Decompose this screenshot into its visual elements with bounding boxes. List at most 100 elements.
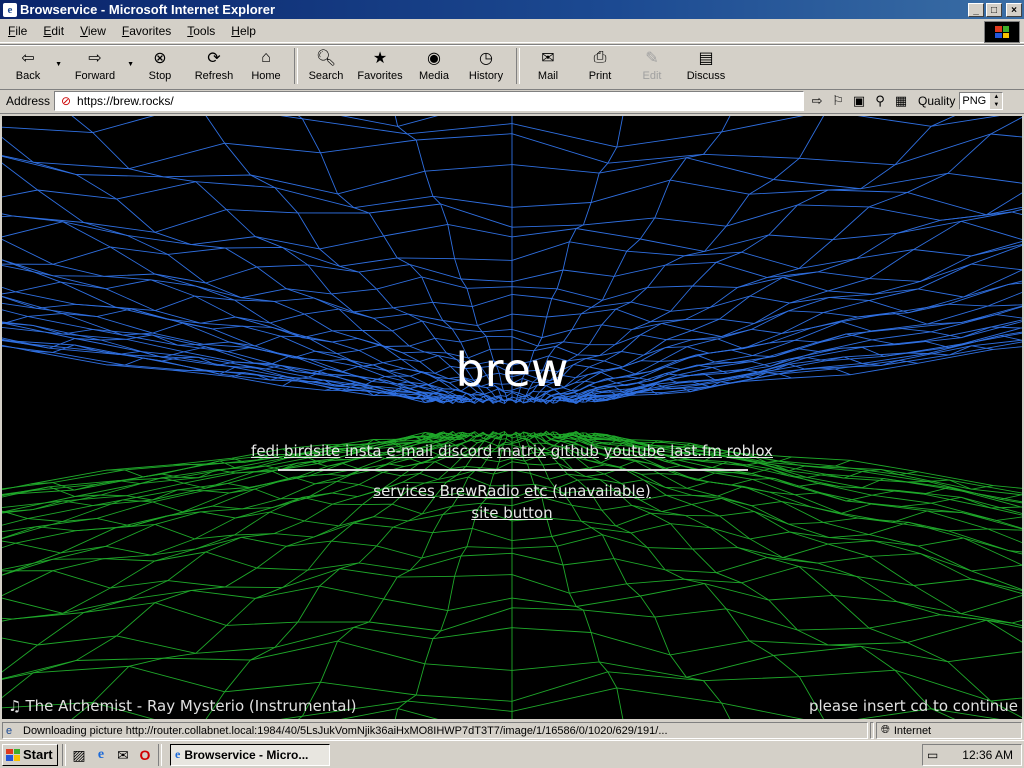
show-desktop-icon[interactable]: ▨ bbox=[70, 746, 88, 764]
mail-button[interactable]: ✉ Mail bbox=[526, 45, 570, 87]
link-discord[interactable]: discord bbox=[438, 442, 492, 460]
link-lastfm[interactable]: last.fm bbox=[670, 442, 722, 460]
link-services[interactable]: services bbox=[373, 482, 435, 500]
taskbar: Start ▨ e ✉ O e Browservice - Micro... ▭… bbox=[0, 740, 1024, 768]
menu-favorites[interactable]: Favorites bbox=[114, 24, 179, 38]
menu-file[interactable]: File bbox=[0, 24, 35, 38]
windows-logo-throbber bbox=[984, 21, 1020, 43]
address-url: https://brew.rocks/ bbox=[77, 94, 174, 108]
bookmark-icon[interactable]: ⚐ bbox=[829, 92, 847, 110]
network-tray-icon[interactable]: ▭ bbox=[927, 748, 938, 762]
now-playing[interactable]: ♫ The Alchemist - Ray Mysterio (Instrume… bbox=[8, 697, 357, 715]
page-icon: ⊘ bbox=[61, 94, 72, 108]
link-github[interactable]: github bbox=[551, 442, 599, 460]
toolbar-separator bbox=[294, 48, 298, 84]
back-dropdown-icon[interactable]: ▼ bbox=[55, 61, 62, 68]
windows-flag-icon bbox=[6, 748, 20, 761]
browser-window: e Browservice - Microsoft Internet Explo… bbox=[0, 0, 1024, 740]
quality-spinner-icon[interactable]: ▲ ▼ bbox=[990, 93, 1003, 109]
menu-help-label: elp bbox=[239, 24, 256, 38]
go-arrow-icon[interactable]: ⇨ bbox=[808, 92, 826, 110]
site-title: brew bbox=[455, 343, 569, 397]
forward-label: Forward bbox=[74, 70, 116, 82]
link-youtube[interactable]: youtube bbox=[604, 442, 666, 460]
floor-grid-column bbox=[205, 432, 502, 719]
quick-launch: ▨ e ✉ O bbox=[70, 746, 154, 764]
discuss-label: Discuss bbox=[686, 70, 726, 82]
menu-view-key: V bbox=[80, 24, 88, 38]
favorites-label: Favorites bbox=[357, 70, 403, 82]
clipboard-icon[interactable]: ▦ bbox=[892, 92, 910, 110]
media-button[interactable]: ◉ Media bbox=[412, 45, 456, 87]
favorites-button[interactable]: ★ Favorites bbox=[352, 45, 408, 87]
status-bar: e Downloading picture http://router.coll… bbox=[0, 721, 1024, 740]
discuss-button[interactable]: ▤ Discuss bbox=[682, 45, 730, 87]
link-email[interactable]: e-mail bbox=[386, 442, 433, 460]
find-binoculars-icon[interactable]: ⚲ bbox=[871, 92, 889, 110]
edit-button[interactable]: ✎ Edit bbox=[630, 45, 674, 87]
link-birdsite[interactable]: birdsite bbox=[284, 442, 340, 460]
internet-explorer-icon[interactable]: e bbox=[92, 746, 110, 764]
history-label: History bbox=[468, 70, 504, 82]
menu-view[interactable]: View bbox=[72, 24, 114, 38]
floor-grid-column bbox=[2, 434, 461, 526]
close-button[interactable]: × bbox=[1006, 2, 1022, 17]
back-button[interactable]: ⇦ Back ▼ bbox=[4, 45, 62, 87]
link-roblox[interactable]: roblox bbox=[727, 442, 773, 460]
menu-file-label: ile bbox=[15, 24, 28, 38]
floor-grid-column bbox=[530, 433, 1022, 719]
quality-label: Quality bbox=[918, 94, 956, 108]
start-button[interactable]: Start bbox=[2, 743, 58, 766]
link-etc[interactable]: etc (unavailable) bbox=[524, 482, 651, 500]
menu-edit-label: dit bbox=[51, 24, 65, 38]
menu-favorites-label: avorites bbox=[129, 24, 172, 38]
menu-view-label: iew bbox=[87, 24, 106, 38]
link-matrix[interactable]: matrix bbox=[497, 442, 546, 460]
print-button[interactable]: ⎙ Print bbox=[578, 45, 622, 87]
task-label: Browservice - Micro... bbox=[184, 747, 309, 762]
page-viewport[interactable]: brew fedi birdsite insta e-mail discord … bbox=[2, 116, 1022, 719]
address-label: Address bbox=[6, 94, 51, 108]
opera-icon[interactable]: O bbox=[136, 746, 154, 764]
zone-label: Internet bbox=[893, 724, 932, 737]
floor-grid-column bbox=[556, 432, 1022, 544]
services-links-row: services BrewRadio etc (unavailable) bbox=[2, 482, 1022, 500]
refresh-button[interactable]: ⟳ Refresh bbox=[188, 45, 240, 87]
menu-help[interactable]: Help bbox=[223, 24, 264, 38]
menu-help-key: H bbox=[231, 24, 240, 38]
outlook-express-icon[interactable]: ✉ bbox=[114, 746, 132, 764]
link-insta[interactable]: insta bbox=[345, 442, 382, 460]
address-input[interactable]: ⊘ https://brew.rocks/ bbox=[54, 91, 805, 111]
divider-line bbox=[278, 469, 748, 471]
search-icon: 🔍︎ bbox=[315, 50, 337, 67]
media-icon: ◉ bbox=[427, 50, 441, 67]
link-brewradio[interactable]: BrewRadio bbox=[440, 482, 520, 500]
quality-select[interactable]: PNG ▲ ▼ bbox=[959, 92, 1004, 110]
printer-icon: ⎙ bbox=[593, 49, 607, 66]
search-button[interactable]: 🔍︎ Search bbox=[304, 45, 348, 87]
menu-edit[interactable]: Edit bbox=[35, 24, 72, 38]
menu-tools[interactable]: Tools bbox=[179, 24, 223, 38]
system-tray: ▭ 12:36 AM bbox=[922, 744, 1022, 766]
taskbar-browser-window[interactable]: e Browservice - Micro... bbox=[170, 743, 330, 766]
forward-dropdown-icon[interactable]: ▼ bbox=[127, 61, 134, 68]
home-button[interactable]: ⌂ Home bbox=[244, 45, 288, 87]
ie-app-icon[interactable]: e bbox=[3, 2, 17, 17]
history-button[interactable]: ◷ History bbox=[462, 45, 510, 87]
print-label: Print bbox=[588, 70, 612, 82]
stop-button[interactable]: ⊗ Stop bbox=[138, 45, 182, 87]
forward-button[interactable]: ⇨ Forward ▼ bbox=[66, 45, 134, 87]
maximize-button[interactable]: □ bbox=[986, 2, 1002, 17]
minimize-button[interactable]: _ bbox=[968, 2, 984, 17]
link-fedi[interactable]: fedi bbox=[251, 442, 279, 460]
view-source-icon[interactable]: ▣ bbox=[850, 92, 868, 110]
home-label: Home bbox=[251, 70, 281, 82]
link-site-button[interactable]: site button bbox=[471, 504, 552, 522]
site-button-row: site button bbox=[2, 504, 1022, 522]
floor-grid-column bbox=[2, 431, 476, 576]
security-zone: 🌐︎ Internet bbox=[876, 722, 1022, 739]
clock[interactable]: 12:36 AM bbox=[962, 748, 1013, 762]
discuss-icon: ▤ bbox=[698, 50, 714, 67]
forward-arrow-icon: ⇨ bbox=[88, 50, 102, 67]
favorites-folder-icon: ★ bbox=[372, 50, 388, 67]
